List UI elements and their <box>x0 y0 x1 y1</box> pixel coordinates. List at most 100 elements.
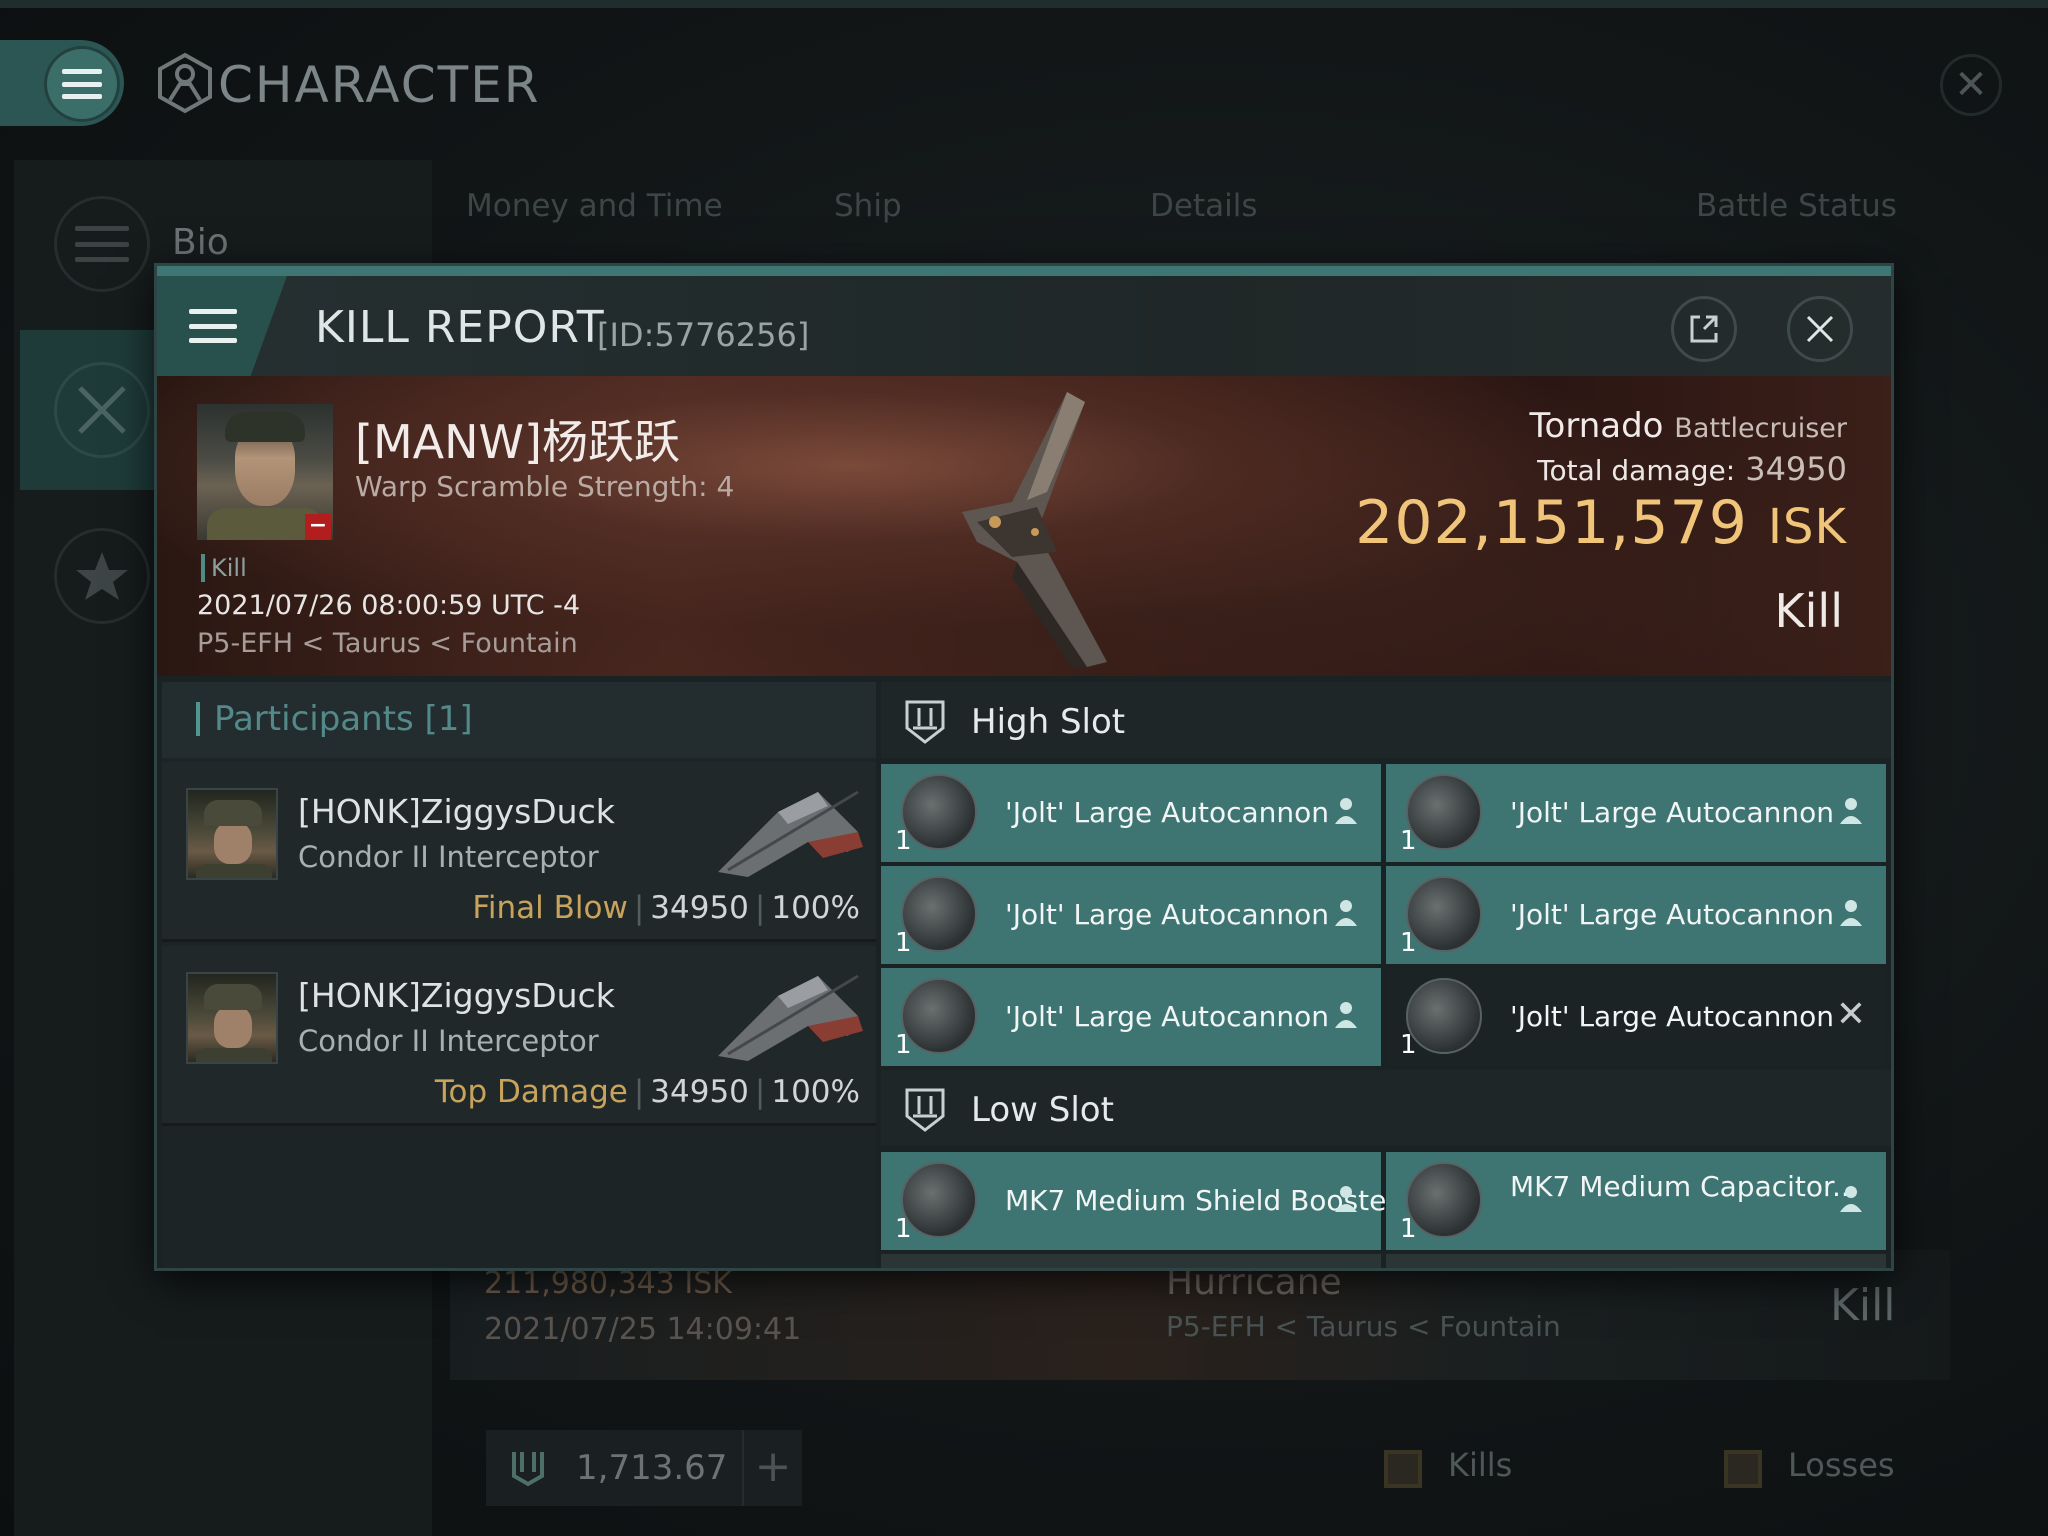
module-name: MK7 Medium Capacitor... <box>1510 1170 1859 1203</box>
top-damage-label: Top Damage <box>434 1074 628 1110</box>
close-icon: ✕ <box>1954 62 1988 108</box>
module-item[interactable]: 1 'Jolt' Large Autocannon <box>1386 866 1886 964</box>
module-item[interactable]: 1 'Jolt' Large Autocannon <box>881 866 1381 964</box>
tab-details[interactable]: Details <box>1150 188 1257 224</box>
menu-icon <box>189 309 237 343</box>
low-slot-header: Low Slot <box>881 1070 1891 1146</box>
module-name: 'Jolt' Large Autocannon <box>1510 898 1835 931</box>
final-blow-label: Final Blow <box>472 890 628 926</box>
low-slot-label: Low Slot <box>971 1090 1114 1130</box>
slot-icon <box>905 1088 945 1132</box>
participant-ship: Condor II Interceptor <box>298 1024 599 1058</box>
module-name: 'Jolt' Large Autocannon <box>1005 1000 1330 1033</box>
row-isk: 211,980,343 ISK <box>484 1266 732 1301</box>
row-ship: Hurricane <box>1166 1262 1342 1303</box>
fitted-pilot-icon <box>1840 900 1862 926</box>
window-close-button[interactable]: ✕ <box>1940 54 2002 116</box>
module-item-destroyed[interactable]: 1 'Jolt' Large Autocannon ✕ <box>1386 968 1886 1066</box>
participant-stats: Top Damage | 34950 | 100% <box>434 1074 860 1110</box>
module-item[interactable]: 1 MK7 Medium Capacitor... <box>1386 1152 1886 1250</box>
high-slot-header: High Slot <box>881 682 1891 758</box>
slot-icon <box>905 700 945 744</box>
module-name: 'Jolt' Large Autocannon <box>1510 796 1835 829</box>
modal-close-button[interactable] <box>1787 296 1853 362</box>
autocannon-icon <box>1406 774 1482 850</box>
share-button[interactable] <box>1671 296 1737 362</box>
participants-title: Participants [1] <box>196 702 473 736</box>
standing-badge: − <box>305 514 331 540</box>
participant-stats: Final Blow | 34950 | 100% <box>472 890 860 926</box>
victim-banner: − [MANW]杨跃跃 Warp Scramble Strength: 4 Ki… <box>157 376 1891 676</box>
sidebar-item-combat[interactable] <box>54 362 150 458</box>
close-icon <box>1806 315 1834 343</box>
autocannon-icon <box>901 774 977 850</box>
module-item-partial[interactable] <box>1386 1254 1886 1268</box>
kill-result: Kill <box>1774 584 1843 638</box>
total-damage: Total damage: 34950 <box>1537 450 1847 488</box>
modal-accent-bar <box>157 266 1891 276</box>
character-window: CHARACTER ✕ Bio Money and Time Ship Deta… <box>0 0 2048 1536</box>
participant-percent: 100% <box>771 1074 860 1110</box>
participant-damage: 34950 <box>650 890 749 926</box>
fitted-pilot-icon <box>1335 1186 1357 1212</box>
tab-money-and-time[interactable]: Money and Time <box>466 188 723 224</box>
capacitor-icon <box>1406 1162 1482 1238</box>
add-plex-button[interactable]: + <box>742 1430 802 1506</box>
participant-row[interactable]: [HONK]ZiggysDuck Condor II Interceptor T… <box>162 946 876 1126</box>
menu-icon <box>62 69 102 99</box>
pilot-icon[interactable] <box>186 972 278 1064</box>
window-title: CHARACTER <box>218 56 541 114</box>
footer-bar: 1,713.67 + Kills Losses <box>462 1402 1962 1536</box>
ship-name: Tornado <box>1529 406 1664 446</box>
kill-list-row[interactable]: 211,980,343 ISK 2021/07/25 14:09:41 Hurr… <box>450 1250 1950 1380</box>
module-name: 'Jolt' Large Autocannon <box>1005 898 1330 931</box>
module-item[interactable]: 1 'Jolt' Large Autocannon <box>881 968 1381 1066</box>
modal-header: KILL REPORT [ID:5776256] <box>157 276 1891 376</box>
warp-scramble-strength: Warp Scramble Strength: 4 <box>355 470 735 503</box>
plex-icon <box>512 1452 544 1487</box>
crossed-swords-icon <box>78 386 126 434</box>
module-item[interactable]: 1 MK7 Medium Shield Booster <box>881 1152 1398 1250</box>
participant-row[interactable]: [HONK]ZiggysDuck Condor II Interceptor F… <box>162 762 876 942</box>
plex-balance: 1,713.67 + <box>486 1430 802 1506</box>
menu-icon <box>75 226 129 262</box>
pilot-icon[interactable] <box>186 788 278 880</box>
row-location: P5-EFH < Taurus < Fountain <box>1166 1310 1561 1343</box>
sidebar-item-bio[interactable] <box>54 196 150 292</box>
participants-header: Participants [1] <box>162 682 876 758</box>
losses-legend-label[interactable]: Losses <box>1788 1446 1895 1484</box>
fitted-pilot-icon <box>1335 798 1357 824</box>
autocannon-icon <box>901 876 977 952</box>
module-qty: 1 <box>1400 826 1417 856</box>
victim-name[interactable]: [MANW]杨跃跃 <box>355 406 680 472</box>
plex-amount: 1,713.67 <box>576 1448 728 1488</box>
modal-title: KILL REPORT <box>315 302 605 353</box>
autocannon-icon <box>1406 876 1482 952</box>
participant-name[interactable]: [HONK]ZiggysDuck <box>298 976 615 1015</box>
shield-booster-icon <box>901 1162 977 1238</box>
character-icon <box>158 52 212 114</box>
kill-location[interactable]: P5-EFH < Taurus < Fountain <box>197 628 578 659</box>
module-item-partial[interactable] <box>881 1254 1381 1268</box>
participant-name[interactable]: [HONK]ZiggysDuck <box>298 792 615 831</box>
participants-panel: Participants [1] [HONK]ZiggysDuck Condor… <box>162 682 876 1268</box>
participant-ship-image <box>718 790 863 877</box>
sidebar-item-medals[interactable] <box>54 528 150 624</box>
tab-battle-status[interactable]: Battle Status <box>1696 188 1897 224</box>
fitting-panel: High Slot 1 'Jolt' Large Autocannon 1 'J… <box>881 682 1891 1268</box>
star-icon <box>76 552 128 600</box>
module-item[interactable]: 1 'Jolt' Large Autocannon <box>1386 764 1886 862</box>
module-name: 'Jolt' Large Autocannon <box>1510 1000 1835 1033</box>
main-menu-button[interactable] <box>44 46 120 122</box>
destroyed-x-icon: ✕ <box>1835 994 1867 1035</box>
participant-ship-image <box>718 974 863 1061</box>
victim-ship[interactable]: Tornado Battlecruiser <box>1530 406 1847 446</box>
kill-report-modal: KILL REPORT [ID:5776256] − [MANW]杨跃跃 War… <box>157 266 1891 1268</box>
participant-damage: 34950 <box>650 1074 749 1110</box>
tab-ship[interactable]: Ship <box>834 188 902 224</box>
modal-menu-button[interactable] <box>157 276 287 376</box>
module-name: 'Jolt' Large Autocannon <box>1005 796 1330 829</box>
module-qty: 1 <box>895 928 912 958</box>
kills-legend-label[interactable]: Kills <box>1448 1446 1512 1484</box>
module-item[interactable]: 1 'Jolt' Large Autocannon <box>881 764 1381 862</box>
